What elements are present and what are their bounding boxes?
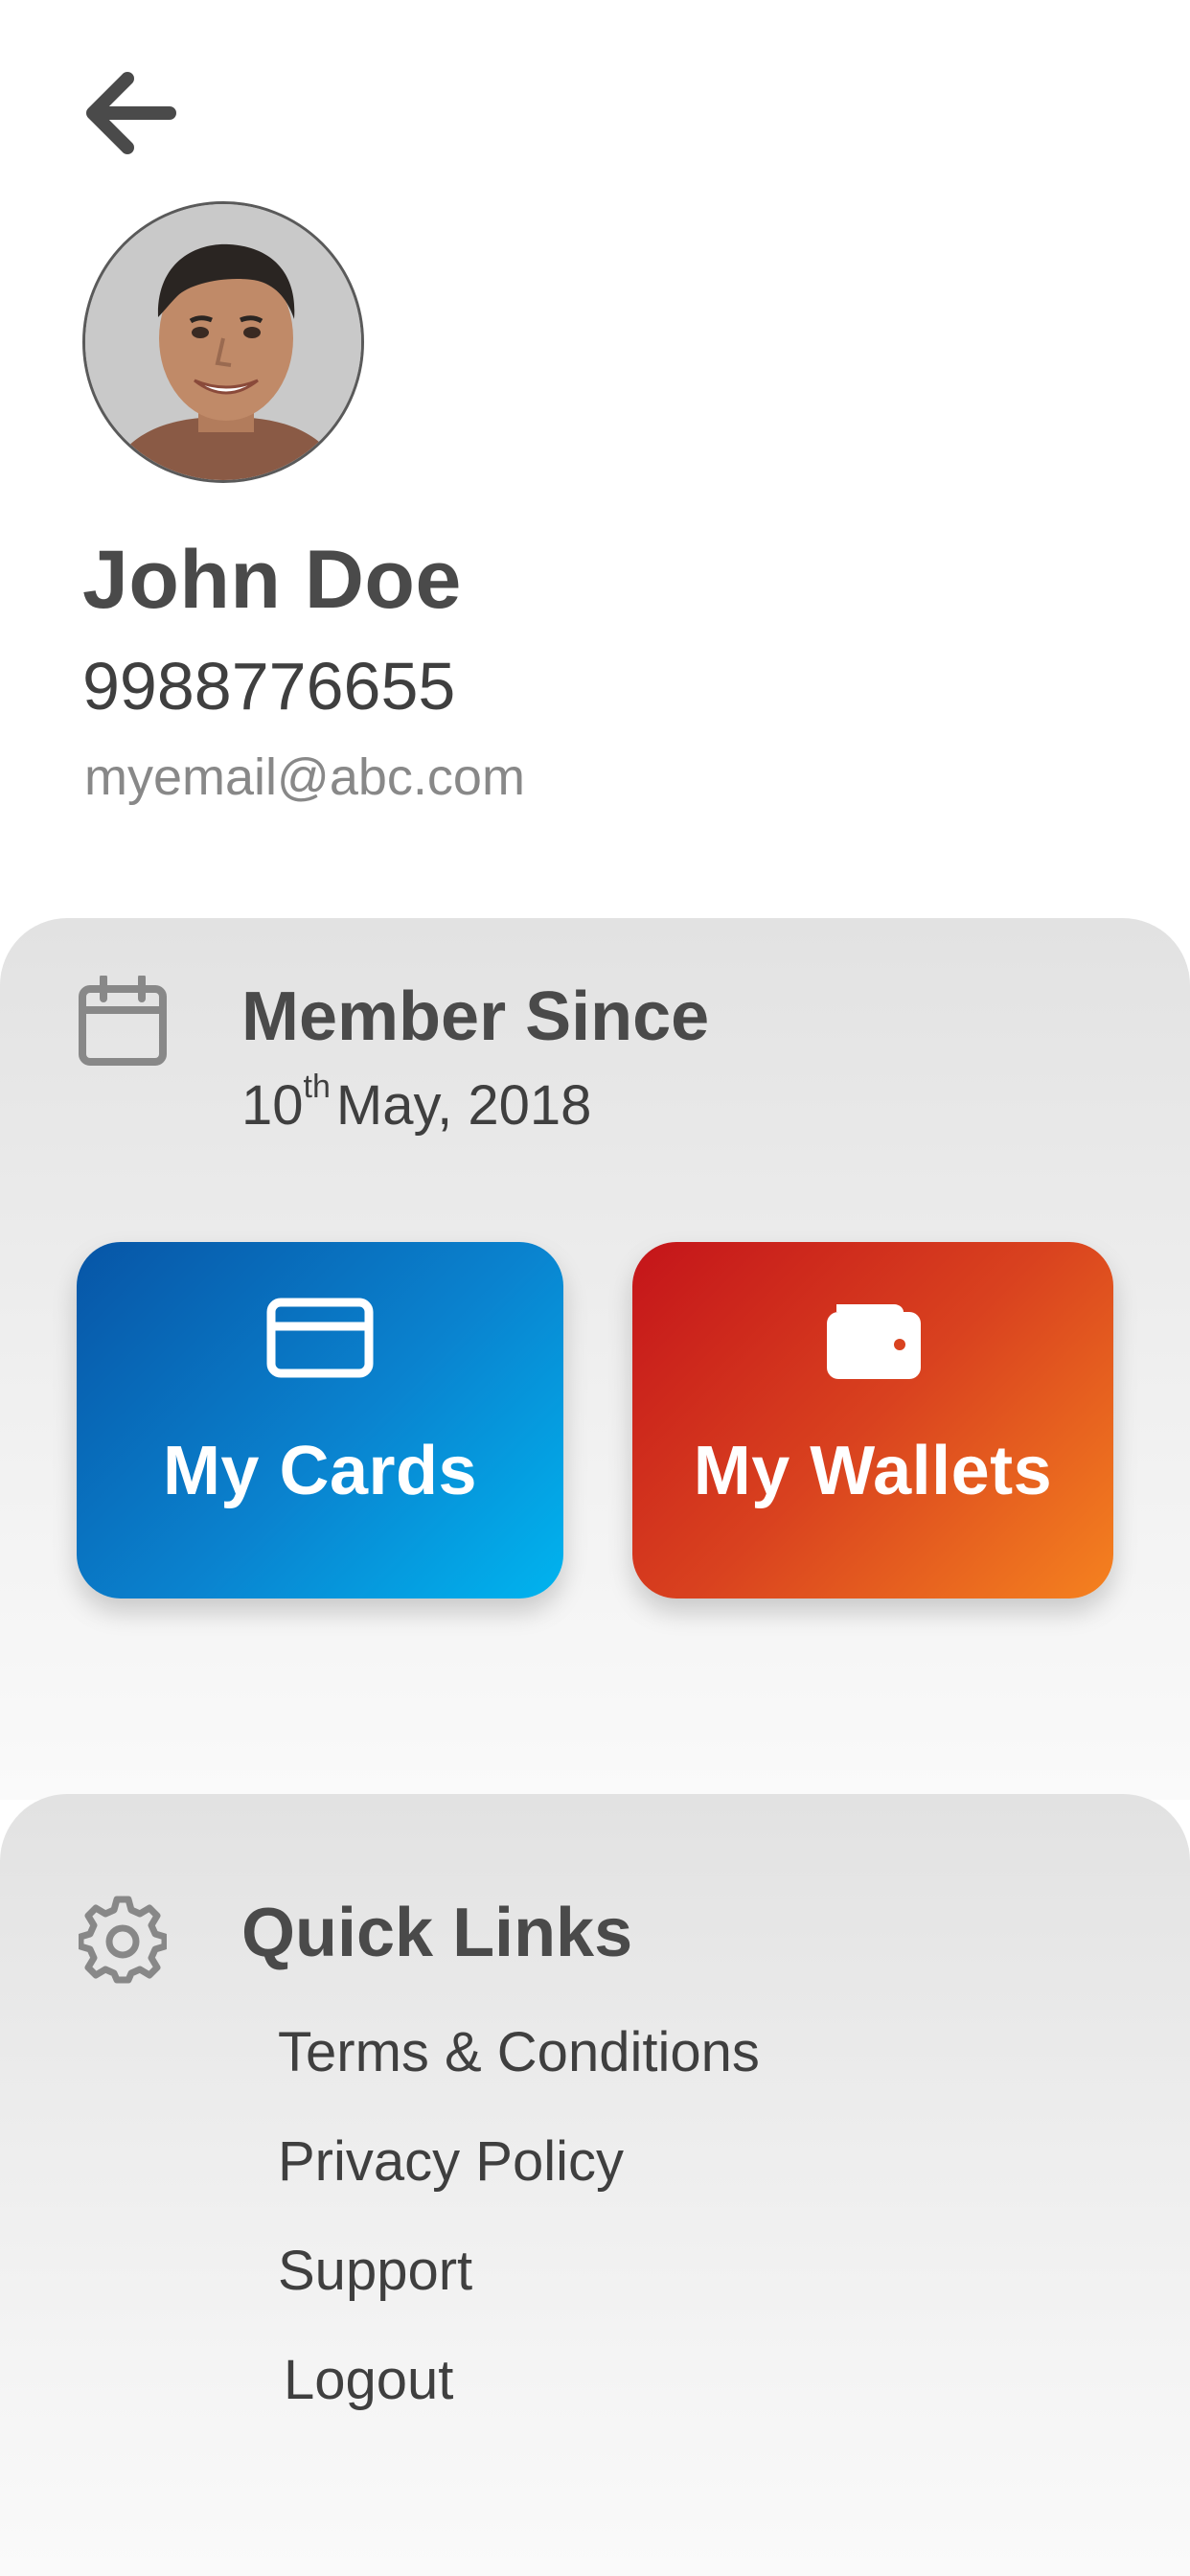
profile-photo bbox=[85, 204, 361, 480]
privacy-policy-link[interactable]: Privacy Policy bbox=[278, 2129, 624, 2194]
logout-link[interactable]: Logout bbox=[284, 2348, 453, 2412]
quick-links-panel: Quick Links Terms & Conditions Privacy P… bbox=[0, 1794, 1190, 2576]
my-wallets-label: My Wallets bbox=[693, 1433, 1053, 1509]
wallet-icon bbox=[815, 1292, 930, 1384]
avatar[interactable] bbox=[82, 201, 364, 483]
member-since-date: 10th May, 2018 bbox=[241, 1069, 592, 1138]
support-link[interactable]: Support bbox=[278, 2239, 472, 2303]
member-panel: Member Since 10th May, 2018 My Cards My … bbox=[0, 918, 1190, 1800]
my-cards-button[interactable]: My Cards bbox=[77, 1242, 563, 1598]
profile-screen: John Doe 9988776655 myemail@abc.com Memb… bbox=[0, 0, 1190, 2576]
quick-links-title: Quick Links bbox=[241, 1895, 633, 1971]
calendar-icon bbox=[77, 976, 169, 1068]
credit-card-icon bbox=[263, 1292, 378, 1384]
user-email: myemail@abc.com bbox=[84, 748, 525, 806]
terms-conditions-link[interactable]: Terms & Conditions bbox=[278, 2020, 760, 2084]
member-date-suffix: th bbox=[303, 1068, 331, 1105]
gear-icon bbox=[77, 1894, 169, 1986]
my-wallets-button[interactable]: My Wallets bbox=[632, 1242, 1113, 1598]
member-date-rest: May, 2018 bbox=[335, 1074, 592, 1137]
user-name: John Doe bbox=[82, 534, 462, 626]
member-since-title: Member Since bbox=[241, 978, 710, 1055]
member-date-day: 10 bbox=[241, 1074, 304, 1137]
back-button[interactable] bbox=[77, 65, 182, 161]
arrow-left-icon bbox=[86, 72, 176, 154]
user-phone: 9988776655 bbox=[82, 649, 456, 724]
my-cards-label: My Cards bbox=[162, 1433, 478, 1509]
